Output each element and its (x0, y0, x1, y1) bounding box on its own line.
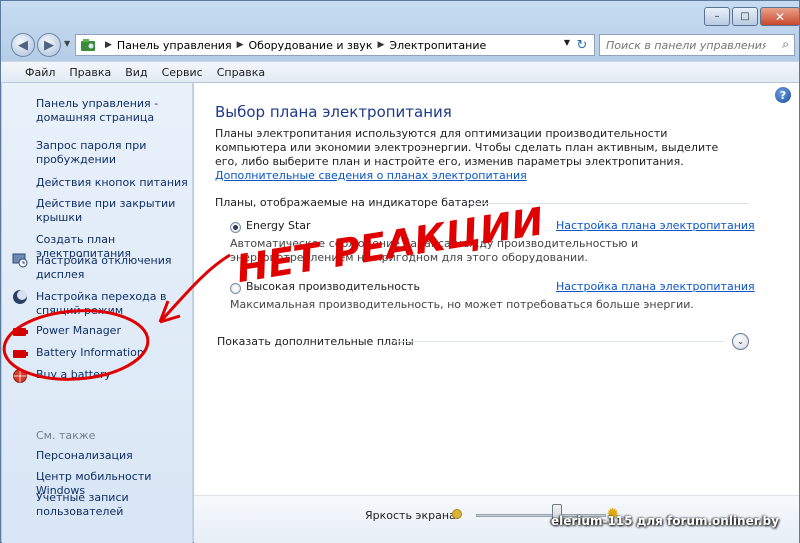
plan-energy-star-name[interactable]: Energy Star (246, 219, 311, 232)
clock-monitor-icon (12, 253, 28, 268)
breadcrumb-power-options[interactable]: Электропитание (389, 39, 486, 52)
breadcrumb-separator: ▶ (236, 40, 244, 50)
intro-description: Планы электропитания используются для оп… (215, 127, 719, 168)
maximize-button[interactable]: □ (732, 7, 758, 26)
forward-button[interactable]: ▶ (37, 33, 61, 57)
control-panel-window: – □ ✕ ◀ ▶ ▼ ▶ Панель управления ▶ Оборуд… (0, 0, 800, 543)
sidebar-link-buy-battery[interactable]: Buy a battery (36, 368, 192, 382)
plan-energy-star-description: Автоматическое соблюдение баланса между … (230, 237, 639, 264)
search-input[interactable] (606, 38, 766, 52)
moon-icon (13, 290, 27, 304)
menu-view[interactable]: Вид (125, 66, 147, 79)
search-icon[interactable]: ⌕ (782, 37, 789, 52)
battery-icon (13, 328, 28, 336)
sidebar-link-personalization[interactable]: Персонализация (36, 449, 192, 463)
sidebar-link-power-buttons[interactable]: Действия кнопок питания (36, 176, 192, 190)
plan-high-performance-radio[interactable] (230, 283, 241, 294)
menu-edit[interactable]: Правка (69, 66, 111, 79)
close-button[interactable]: ✕ (760, 7, 800, 26)
more-plans-divider (394, 341, 724, 342)
main-content: ? Выбор плана электропитания Планы элект… (194, 83, 799, 543)
dim-sun-icon (452, 509, 462, 519)
breadcrumb-separator: ▶ (377, 40, 385, 50)
sidebar-link-wake-password[interactable]: Запрос пароля при пробуждении (36, 139, 192, 167)
plan-energy-star-settings-link[interactable]: Настройка плана электропитания (556, 219, 755, 232)
address-bar[interactable]: ▶ Панель управления ▶ Оборудование и зву… (75, 34, 595, 56)
breadcrumb-separator: ▶ (105, 40, 112, 50)
group-divider (469, 203, 749, 204)
breadcrumb-control-panel[interactable]: Панель управления (117, 39, 232, 52)
brightness-label: Яркость экрана: (365, 509, 460, 522)
recent-pages-dropdown[interactable]: ▼ (64, 39, 70, 48)
back-button[interactable]: ◀ (11, 33, 35, 57)
sidebar-link-power-manager[interactable]: Power Manager (36, 324, 192, 338)
plan-high-performance-description: Максимальная производительность, но може… (230, 298, 694, 311)
page-title: Выбор плана электропитания (215, 103, 452, 121)
intro-more-info-link[interactable]: Дополнительные сведения о планах электро… (215, 169, 527, 182)
chevron-down-icon: ⌄ (736, 336, 745, 347)
plan-high-performance-name[interactable]: Высокая производительность (246, 280, 420, 293)
navigation-bar: ◀ ▶ ▼ ▶ Панель управления ▶ Оборудование… (1, 31, 799, 59)
sidebar-link-sleep[interactable]: Настройка перехода в спящий режим (36, 290, 192, 318)
refresh-icon: ↻ (576, 37, 588, 53)
arrow-right-icon: ▶ (44, 37, 54, 53)
plan-energy-star-radio[interactable] (230, 222, 241, 233)
plans-group-label: Планы, отображаемые на индикаторе батаре… (215, 196, 489, 209)
task-pane: Панель управления - домашняя страница За… (2, 83, 193, 543)
intro-text: Планы электропитания используются для оп… (215, 127, 720, 183)
plan-high-performance-settings-link[interactable]: Настройка плана электропитания (556, 280, 755, 293)
search-box[interactable]: ⌕ (599, 34, 795, 56)
title-bar: – □ ✕ (1, 1, 800, 29)
sidebar-link-battery-information[interactable]: Battery Information (36, 346, 192, 360)
show-more-plans[interactable]: Показать дополнительные планы (217, 335, 414, 348)
see-also-heading: См. также (36, 429, 96, 442)
sidebar-link-display-off[interactable]: Настройка отключения дисплея (36, 254, 192, 282)
sidebar-link-user-accounts[interactable]: Учетные записи пользователей (36, 491, 192, 519)
battery-icon (13, 350, 28, 358)
sidebar-link-lid-close[interactable]: Действие при закрытии крышки (36, 197, 192, 225)
control-panel-icon (81, 39, 95, 51)
menu-bar: Файл Правка Вид Сервис Справка (1, 61, 799, 83)
expand-more-plans-button[interactable]: ⌄ (732, 333, 749, 350)
breadcrumb-hardware-sound[interactable]: Оборудование и звук (249, 39, 373, 52)
watermark-text: elerium-115 для forum.onliner.by (551, 514, 779, 528)
menu-tools[interactable]: Сервис (162, 66, 203, 79)
menu-file[interactable]: Файл (25, 66, 55, 79)
help-button[interactable]: ? (775, 87, 791, 103)
menu-help[interactable]: Справка (217, 66, 265, 79)
minimize-button[interactable]: – (704, 7, 730, 26)
sidebar-link-home[interactable]: Панель управления - домашняя страница (36, 97, 192, 125)
arrow-left-icon: ◀ (18, 37, 28, 53)
refresh-button[interactable]: ↻ (569, 34, 595, 56)
globe-icon (13, 369, 27, 383)
